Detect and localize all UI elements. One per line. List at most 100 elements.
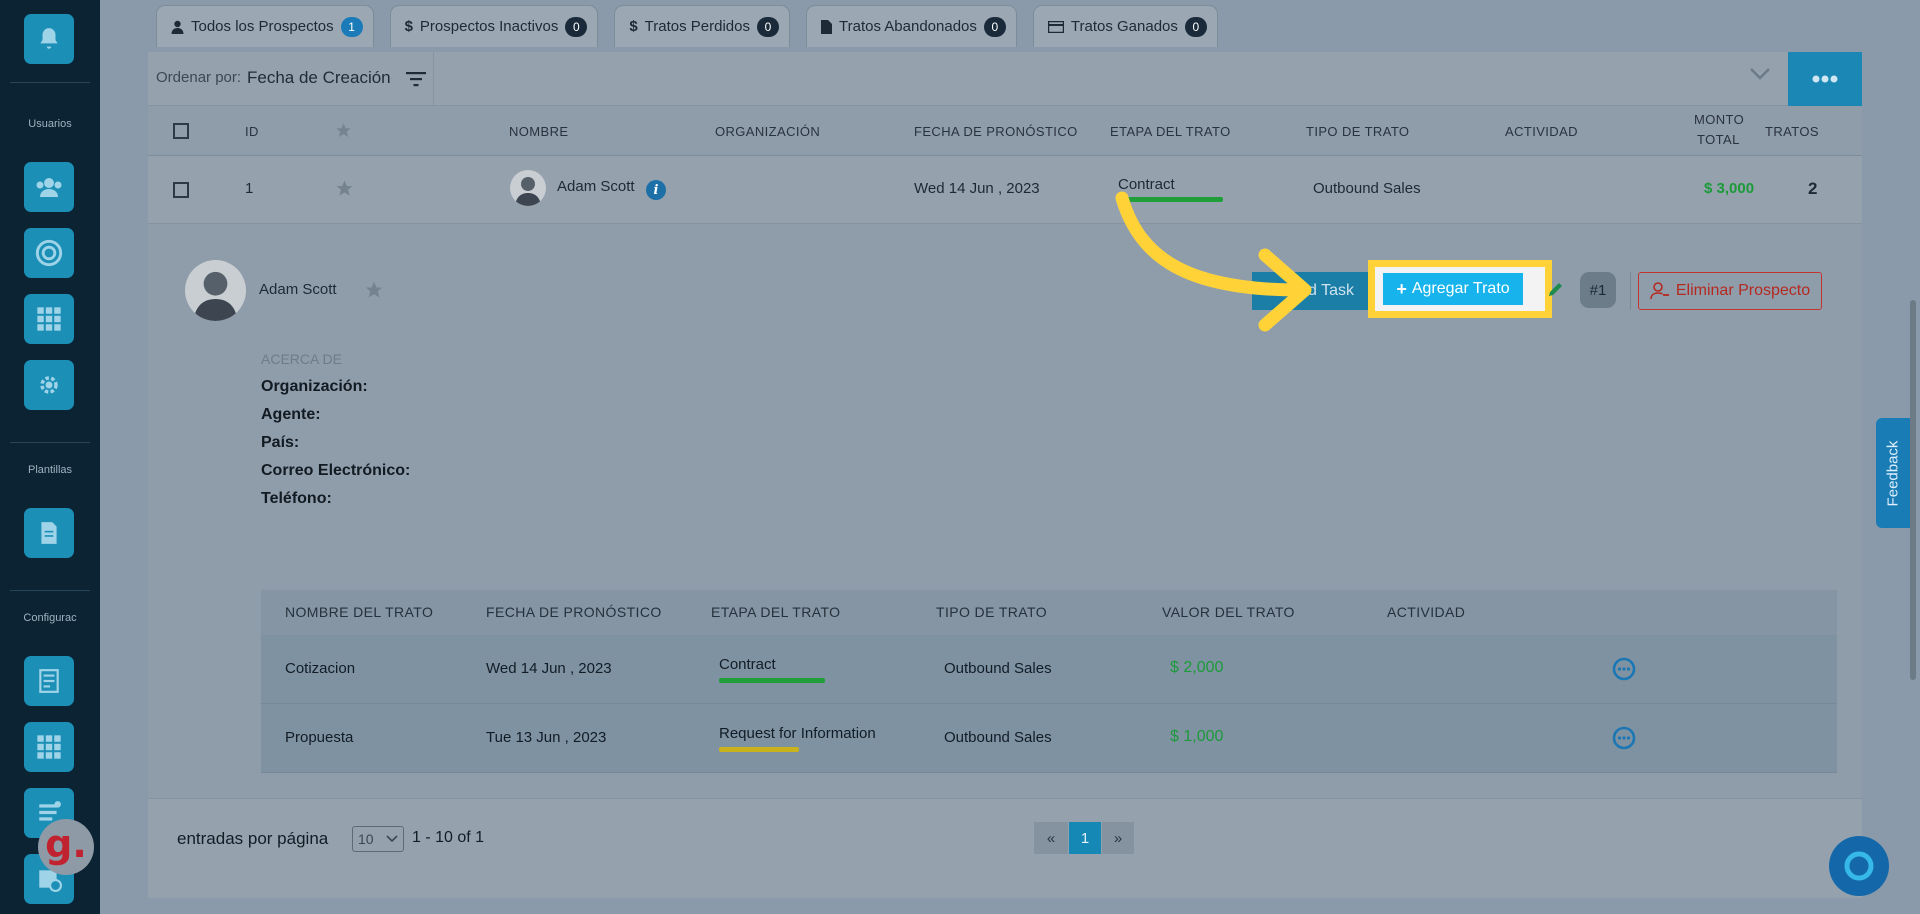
users-icon xyxy=(36,178,62,197)
annotation-arrow-icon xyxy=(1115,191,1312,332)
delete-prospect-label: Eliminar Prospecto xyxy=(1675,282,1811,299)
select-all-checkbox[interactable] xyxy=(173,123,189,139)
sort-label: Ordenar por: xyxy=(156,69,242,86)
sidebar-item-team-settings[interactable] xyxy=(24,360,74,410)
deal-row[interactable]: Propuesta Tue 13 Jun , 2023 Request for … xyxy=(261,704,1837,773)
next-page-button[interactable]: » xyxy=(1102,822,1134,854)
ellipsis-icon xyxy=(1812,75,1838,83)
toolbar-divider xyxy=(1630,272,1631,310)
form-icon xyxy=(39,669,59,693)
info-icon[interactable]: i xyxy=(646,180,666,200)
tab-todos-prospectos[interactable]: Todos los Prospectos 1 xyxy=(156,5,374,47)
tab-prospectos-inactivos[interactable]: $ Prospectos Inactivos 0 xyxy=(389,5,599,47)
grid-icon xyxy=(37,307,61,331)
filter-icon[interactable] xyxy=(406,71,426,87)
file-icon xyxy=(821,19,832,34)
chat-ring-icon xyxy=(1844,851,1874,881)
chevron-down-icon[interactable] xyxy=(1748,66,1772,82)
add-deal-label: Agregar Trato xyxy=(1411,280,1510,297)
detail-name: Adam Scott xyxy=(259,281,337,298)
add-deal-button[interactable]: + Agregar Trato xyxy=(1383,273,1523,305)
sidebar-item-target[interactable] xyxy=(24,228,74,278)
plus-icon: + xyxy=(1396,279,1407,299)
feedback-tab[interactable]: Feedback xyxy=(1876,418,1910,528)
col-actividad: ACTIVIDAD xyxy=(1505,124,1578,139)
sidebar-item-forms[interactable] xyxy=(24,656,74,706)
sidebar-section-usuarios: Usuarios xyxy=(28,118,72,130)
col-etapa-trato: ETAPA DEL TRATO xyxy=(1110,124,1231,139)
sidebar-item-grid[interactable] xyxy=(24,294,74,344)
row-name[interactable]: Adam Scott xyxy=(557,178,635,195)
sidebar-section-plantillas: Plantillas xyxy=(27,464,73,476)
page-size-select[interactable]: 10 xyxy=(352,826,404,852)
dollar-icon: $ xyxy=(629,18,638,35)
stage-progress-bar xyxy=(719,678,825,683)
scrollbar-thumb[interactable] xyxy=(1910,300,1916,680)
tab-count-badge: 0 xyxy=(565,16,588,37)
row-date: Wed 14 Jun , 2023 xyxy=(914,180,1040,197)
star-icon[interactable] xyxy=(364,280,384,300)
tab-label: Todos los Prospectos xyxy=(191,18,334,35)
tab-count-badge: 0 xyxy=(757,16,779,37)
chat-widget-button[interactable] xyxy=(1829,836,1889,896)
tab-count-badge: 0 xyxy=(983,16,1006,37)
notifications-button[interactable] xyxy=(24,14,74,64)
chat-icon[interactable] xyxy=(1612,726,1636,750)
row-checkbox[interactable] xyxy=(173,182,189,198)
row-id: 1 xyxy=(245,180,254,197)
star-icon[interactable] xyxy=(335,179,354,198)
person-silhouette-icon xyxy=(515,177,541,206)
tab-count-badge: 0 xyxy=(1184,16,1207,37)
tab-label: Tratos Abandonados xyxy=(839,18,977,35)
deal-type: Outbound Sales xyxy=(944,660,1052,677)
tab-label: Prospectos Inactivos xyxy=(419,18,559,35)
current-page-button[interactable]: 1 xyxy=(1069,822,1101,854)
sidebar-section-configuracion: Configurac xyxy=(23,612,77,624)
chat-icon[interactable] xyxy=(1612,657,1636,681)
prospect-number-badge: #1 xyxy=(1580,272,1616,308)
col-nombre: NOMBRE xyxy=(509,124,569,139)
deals-table-header: NOMBRE DEL TRATO FECHA DE PRONÓSTICO ETA… xyxy=(261,590,1837,635)
tab-label: Tratos Ganados xyxy=(1070,18,1178,35)
user-remove-icon xyxy=(1650,282,1669,300)
field-pais: País: xyxy=(261,434,300,451)
card-icon xyxy=(1047,20,1064,33)
person-silhouette-icon xyxy=(193,271,238,321)
field-organizacion: Organización: xyxy=(261,378,368,395)
tab-tratos-abandonados[interactable]: Tratos Abandonados 0 xyxy=(806,5,1017,47)
sort-value[interactable]: Fecha de Creación xyxy=(247,68,391,88)
deal-row[interactable]: Cotizacion Wed 14 Jun , 2023 Contract Ou… xyxy=(261,635,1837,704)
page-size-value: 10 xyxy=(358,831,374,847)
delete-prospect-button[interactable]: Eliminar Prospecto xyxy=(1638,272,1822,310)
sidebar-item-templates[interactable] xyxy=(24,508,74,558)
col-monto: MONTO xyxy=(1694,112,1745,127)
col-organizacion: ORGANIZACIÓN xyxy=(715,124,821,139)
table-row[interactable]: 1 Adam Scott i Wed 14 Jun , 2023 Contrac… xyxy=(148,156,1862,224)
grid-icon xyxy=(37,735,61,759)
star-icon[interactable] xyxy=(335,122,352,139)
team-gear-icon xyxy=(40,376,58,394)
brand-logo[interactable]: g. xyxy=(38,819,94,875)
deal-value: $ 1,000 xyxy=(1170,728,1224,745)
tab-tratos-perdidos[interactable]: $ Tratos Perdidos 0 xyxy=(614,5,790,47)
sidebar-item-users[interactable] xyxy=(24,162,74,212)
page-range: 1 - 10 of 1 xyxy=(412,829,485,846)
stage-progress-bar xyxy=(719,747,799,752)
deals-table: NOMBRE DEL TRATO FECHA DE PRONÓSTICO ETA… xyxy=(261,590,1837,773)
pencil-icon[interactable] xyxy=(1546,278,1566,300)
deals-col-etapa: ETAPA DEL TRATO xyxy=(711,604,841,620)
field-telefono: Teléfono: xyxy=(261,490,332,507)
more-options-button[interactable] xyxy=(1788,52,1862,106)
deal-date: Wed 14 Jun , 2023 xyxy=(486,660,612,677)
deal-date: Tue 13 Jun , 2023 xyxy=(486,729,607,746)
sidebar-divider xyxy=(10,590,90,591)
col-fecha-pronostico: FECHA DE PRONÓSTICO xyxy=(914,124,1078,139)
prev-page-button[interactable]: « xyxy=(1034,822,1068,854)
tab-label: Tratos Perdidos xyxy=(644,18,750,35)
sort-divider xyxy=(433,52,434,106)
deal-stage: Request for Information xyxy=(719,725,876,742)
sidebar-item-apps[interactable] xyxy=(24,722,74,772)
entries-label: entradas por página xyxy=(177,829,329,848)
tab-tratos-ganados[interactable]: Tratos Ganados 0 xyxy=(1032,5,1218,47)
deals-col-fecha: FECHA DE PRONÓSTICO xyxy=(486,604,662,620)
